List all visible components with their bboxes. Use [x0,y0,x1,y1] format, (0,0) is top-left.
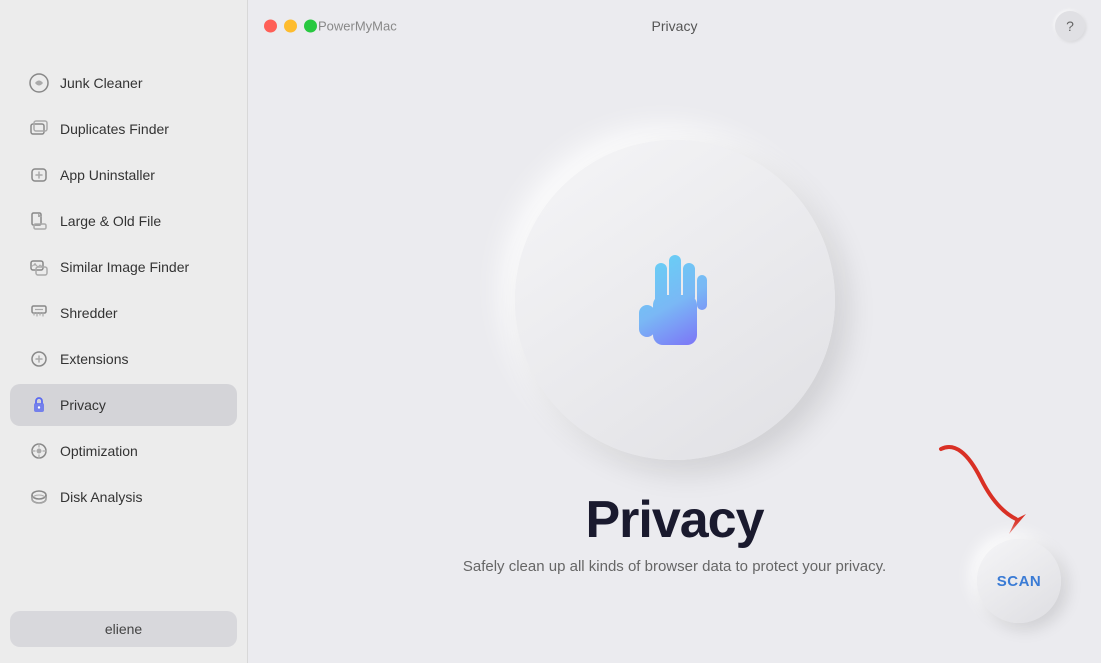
page-header-title: Privacy [652,18,698,34]
duplicates-finder-icon [28,118,50,140]
sidebar-item-large-old-file[interactable]: Large & Old File [10,200,237,242]
sidebar-item-disk-analysis[interactable]: Disk Analysis [10,476,237,518]
hand-icon [620,245,730,355]
user-name: eliene [105,621,142,637]
sidebar-item-label: Privacy [60,397,106,413]
sidebar-item-label: Extensions [60,351,128,367]
page-title: Privacy [585,490,763,550]
sidebar-item-junk-cleaner[interactable]: Junk Cleaner [10,62,237,104]
scan-button[interactable]: SCAN [977,539,1061,623]
traffic-lights [264,20,317,33]
sidebar-item-privacy[interactable]: Privacy [10,384,237,426]
scan-arrow [921,429,1041,549]
sidebar-item-shredder[interactable]: Shredder [10,292,237,334]
similar-image-finder-icon [28,256,50,278]
main-content: PowerMyMac Privacy ? [248,0,1101,663]
sidebar-item-extensions[interactable]: Extensions [10,338,237,380]
sidebar-item-duplicates-finder[interactable]: Duplicates Finder [10,108,237,150]
disk-analysis-icon [28,486,50,508]
junk-cleaner-icon [28,72,50,94]
sidebar-item-label: Similar Image Finder [60,259,189,275]
sidebar-item-label: Disk Analysis [60,489,142,505]
close-button[interactable] [264,20,277,33]
sidebar-item-label: Junk Cleaner [60,75,143,91]
sidebar-item-label: Large & Old File [60,213,161,229]
content-area: Privacy Safely clean up all kinds of bro… [248,52,1101,663]
privacy-icon [28,394,50,416]
maximize-button[interactable] [304,20,317,33]
sidebar: Junk Cleaner Duplicates Finder App Unins… [0,0,248,663]
app-uninstaller-icon [28,164,50,186]
sidebar-item-similar-image-finder[interactable]: Similar Image Finder [10,246,237,288]
optimization-icon [28,440,50,462]
help-button[interactable]: ? [1055,11,1085,41]
page-subtitle: Safely clean up all kinds of browser dat… [463,558,886,575]
user-profile[interactable]: eliene [10,611,237,647]
sidebar-item-label: Shredder [60,305,118,321]
sidebar-item-label: Optimization [60,443,138,459]
sidebar-item-label: Duplicates Finder [60,121,169,137]
feature-icon-circle [515,140,835,460]
extensions-icon [28,348,50,370]
minimize-button[interactable] [284,20,297,33]
shredder-icon [28,302,50,324]
sidebar-item-optimization[interactable]: Optimization [10,430,237,472]
sidebar-item-label: App Uninstaller [60,167,155,183]
scan-area: SCAN [921,429,1061,623]
titlebar: PowerMyMac Privacy ? [248,0,1101,52]
large-old-file-icon [28,210,50,232]
sidebar-item-app-uninstaller[interactable]: App Uninstaller [10,154,237,196]
app-name: PowerMyMac [318,19,397,34]
